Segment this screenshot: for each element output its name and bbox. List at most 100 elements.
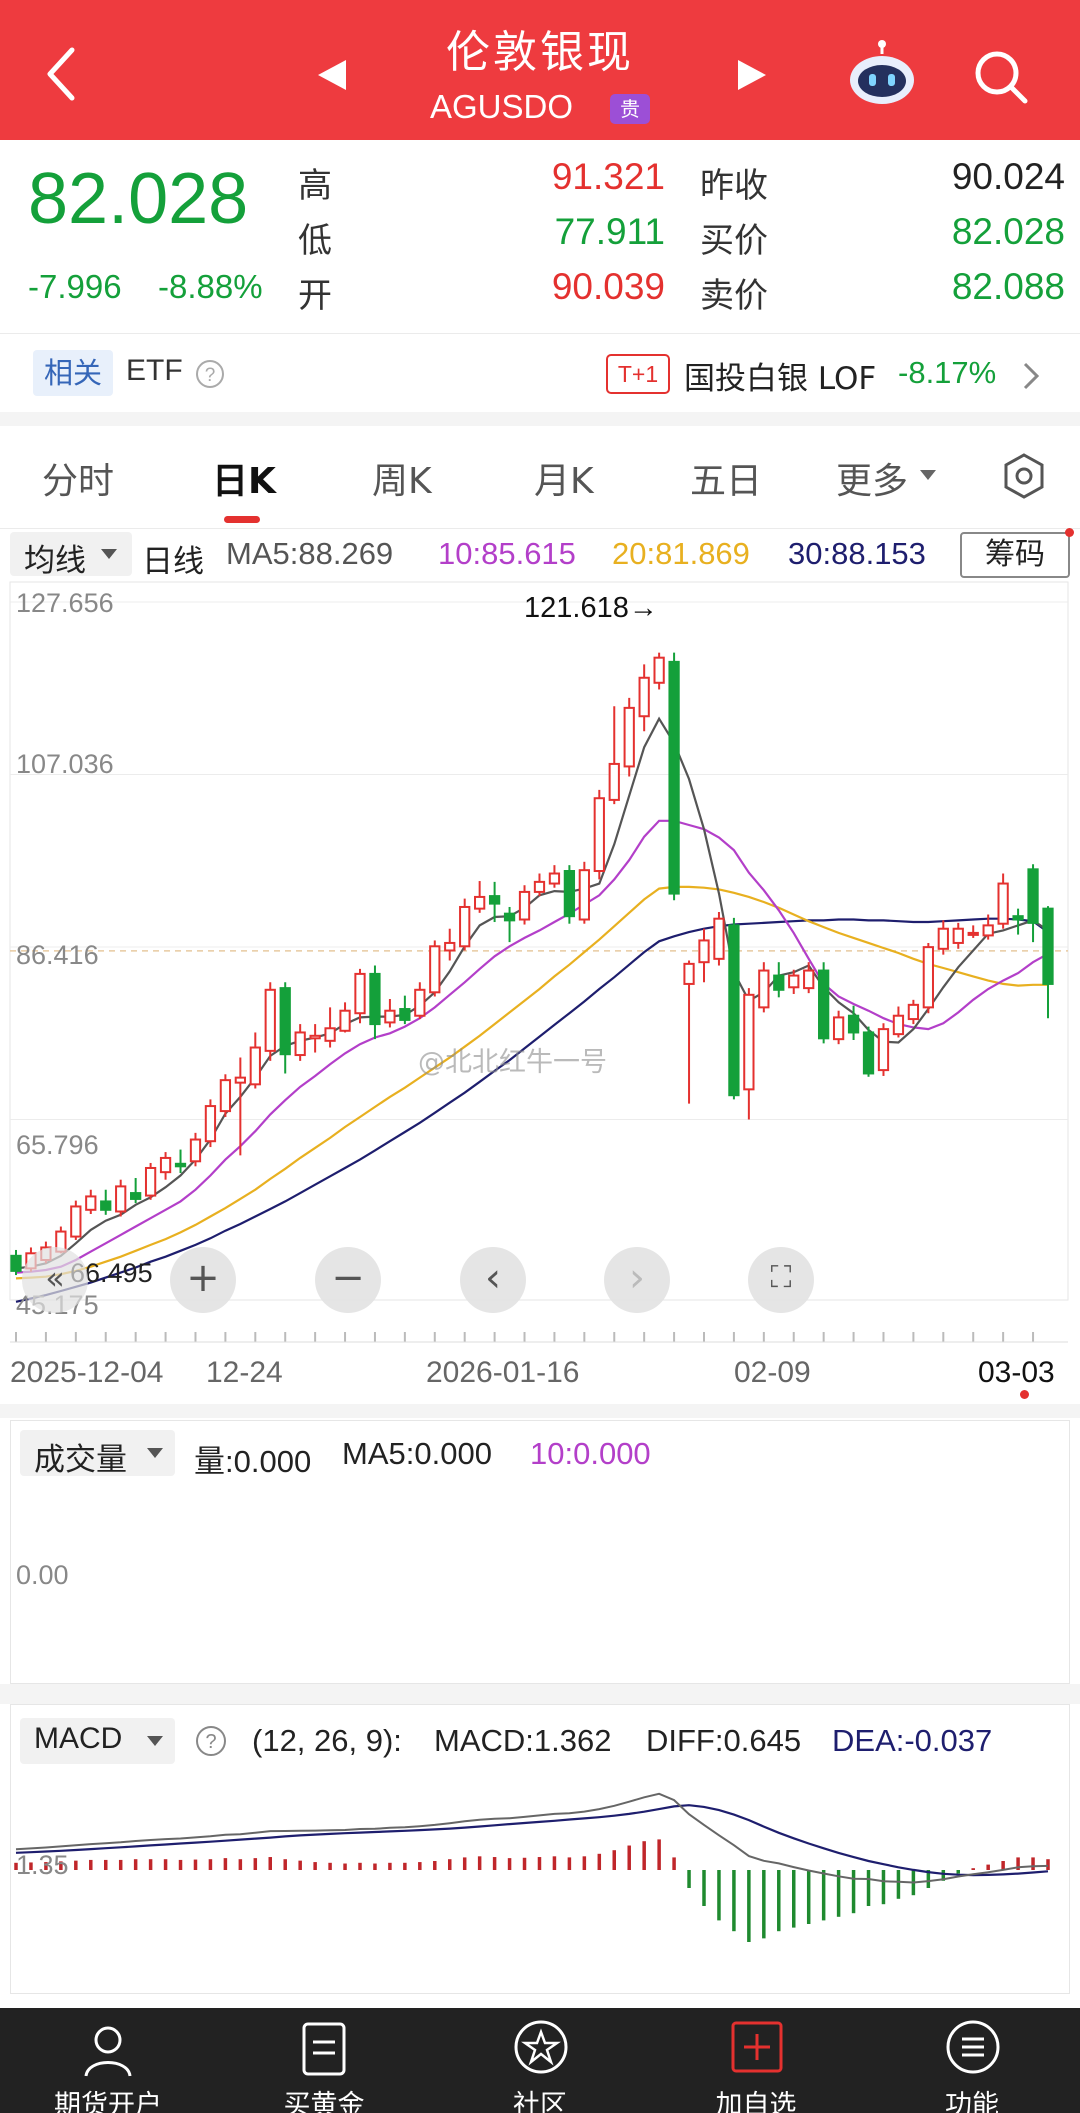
candle-body: [698, 939, 710, 964]
section-gap: [0, 1684, 1080, 1704]
candle-body: [728, 924, 740, 1097]
prev-close-value: 90.024: [951, 156, 1065, 197]
volume-ma10: 10:0.000: [530, 1436, 651, 1471]
app-screen: 伦敦银现 AGUSDO 贵 82.028 -7.996 -8.88% 高 低 开…: [0, 0, 1080, 2113]
candle-body: [803, 969, 815, 990]
next-triangle-right-icon[interactable]: [734, 58, 768, 92]
caret-down-icon: [101, 549, 117, 559]
macd-selector[interactable]: MACD: [20, 1718, 175, 1764]
candle-body: [533, 880, 546, 893]
ma30-line: [15, 917, 1049, 1303]
price-change-percent: -8.88%: [158, 268, 263, 305]
candle-body: [339, 1009, 351, 1032]
robot-icon[interactable]: [846, 40, 918, 108]
nav-buy-gold[interactable]: 买黄金: [216, 2008, 432, 2113]
candle-body: [10, 1254, 22, 1272]
macd-selector-label: MACD: [34, 1722, 123, 1755]
caret-down-icon: [147, 1736, 163, 1746]
candle-body: [788, 974, 800, 989]
candle-body: [937, 927, 949, 950]
macd-value: MACD:1.362: [434, 1723, 612, 1758]
candle-body: [369, 972, 381, 1026]
fullscreen-icon[interactable]: ⛶: [748, 1247, 814, 1313]
candle-body: [279, 987, 291, 1056]
caret-down-icon: [920, 470, 936, 480]
volume-selector[interactable]: 成交量: [20, 1430, 175, 1478]
candle-body: [518, 890, 531, 921]
ask-label: 卖价: [700, 276, 768, 316]
candle-body: [204, 1105, 217, 1143]
search-icon[interactable]: [972, 48, 1030, 106]
nav-functions[interactable]: 功能: [864, 2008, 1080, 2113]
ma-selector-label: 均线: [24, 543, 86, 579]
chart-frame: [9, 581, 1069, 1301]
precious-metal-badge: 贵: [610, 94, 650, 124]
candlestick-chart[interactable]: [0, 580, 1080, 1350]
candle-body: [264, 988, 276, 1052]
candle-body: [414, 988, 426, 1017]
scroll-prev-chevron-icon[interactable]: ‹: [460, 1247, 526, 1313]
settings-hexagon-icon[interactable]: [1000, 452, 1048, 500]
candle-body: [892, 1014, 905, 1036]
document-icon: [302, 2022, 346, 2076]
tab-weekly-k[interactable]: 周K: [372, 452, 432, 504]
fund-name[interactable]: 国投白银 LOF: [684, 353, 876, 398]
scroll-left-double-chevron-icon[interactable]: «: [22, 1247, 88, 1313]
person-icon: [84, 2026, 132, 2077]
fund-change-value: -8.17%: [898, 355, 997, 390]
price-change: -7.996: [28, 268, 122, 305]
candle-body: [967, 931, 979, 936]
nav-futures-account[interactable]: 期货开户: [0, 2008, 216, 2113]
candle-body: [548, 872, 561, 885]
chevron-right-icon[interactable]: [1020, 360, 1042, 392]
date-label-2: 12-24: [206, 1356, 283, 1389]
candle-body: [952, 927, 964, 944]
ma-selector[interactable]: 均线: [10, 532, 132, 579]
scroll-next-chevron-icon[interactable]: ›: [604, 1247, 670, 1313]
candle-body: [743, 993, 755, 1091]
candle-body: [862, 1031, 875, 1075]
chip-distribution-button[interactable]: 筹码: [960, 532, 1070, 578]
tab-more[interactable]: 更多: [836, 452, 908, 504]
star-badge-icon: [514, 2020, 568, 2074]
divider: [0, 528, 1080, 529]
candle-body: [159, 1156, 172, 1174]
nav-label: 功能: [945, 2090, 999, 2113]
zoom-in-plus-icon[interactable]: +: [170, 1247, 236, 1313]
menu-circle-icon: [946, 2020, 1000, 2074]
candle-body: [384, 1009, 396, 1024]
tab-five-day[interactable]: 五日: [690, 452, 762, 504]
low-label: 低: [298, 221, 332, 261]
etf-label[interactable]: ETF: [126, 354, 183, 388]
prev-close-label: 昨收: [700, 166, 768, 206]
diff-value: DIFF:0.645: [646, 1723, 802, 1758]
candle-body: [563, 870, 576, 918]
tab-daily-k[interactable]: 日K: [212, 452, 276, 504]
instrument-title: 伦敦银现: [446, 27, 634, 78]
candle-body: [997, 882, 1009, 925]
nav-community[interactable]: 社区: [432, 2008, 648, 2113]
help-circle-icon[interactable]: ?: [194, 1724, 228, 1758]
t1-badge: T+1: [606, 354, 670, 394]
candle-body: [130, 1192, 142, 1200]
nav-add-watchlist[interactable]: 加自选: [648, 2008, 864, 2113]
nav-label: 社区: [513, 2090, 567, 2113]
tab-intraday[interactable]: 分时: [42, 452, 114, 504]
candle-body: [100, 1200, 112, 1211]
candle-body: [354, 972, 366, 1015]
candle-body: [115, 1185, 127, 1213]
ma10-value: 10:85.615: [438, 536, 576, 571]
candle-body: [249, 1046, 261, 1086]
candle-body: [922, 946, 934, 1009]
candle-body: [429, 945, 441, 994]
header-bar: 伦敦银现 AGUSDO 贵: [0, 0, 1080, 140]
help-circle-icon[interactable]: ?: [194, 358, 226, 390]
candle-body: [907, 1003, 920, 1021]
svg-text:?: ?: [205, 365, 216, 386]
date-label-4: 02-09: [734, 1356, 811, 1389]
macd-chart: [14, 1792, 1050, 1942]
diff-line: [15, 1792, 1049, 1884]
zoom-out-minus-icon[interactable]: −: [315, 1247, 381, 1313]
tab-monthly-k[interactable]: 月K: [534, 452, 594, 504]
date-label-5: 03-03: [978, 1356, 1055, 1389]
